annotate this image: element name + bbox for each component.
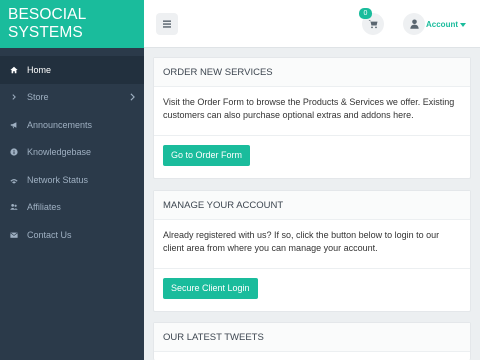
chevron-right-icon — [129, 92, 137, 101]
sidebar-item-announcements[interactable]: Announcements — [0, 111, 144, 139]
sidebar-item-home[interactable]: Home — [0, 56, 144, 84]
signal-icon — [9, 175, 18, 184]
cart-count-badge: 0 — [359, 8, 372, 19]
cart-icon — [368, 20, 378, 29]
order-services-panel: ORDER NEW SERVICES Visit the Order Form … — [153, 57, 471, 179]
panel-footer: Secure Client Login — [154, 268, 470, 308]
users-icon — [9, 203, 18, 212]
order-form-button[interactable]: Go to Order Form — [163, 145, 251, 166]
sidebar-item-label: Announcements — [27, 119, 93, 130]
panel-title: MANAGE YOUR ACCOUNT — [154, 191, 470, 220]
sidebar-item-store[interactable]: Store — [0, 84, 144, 112]
chevron-right-icon — [9, 93, 18, 102]
manage-account-panel: MANAGE YOUR ACCOUNT Already registered w… — [153, 190, 471, 312]
panel-text: Already registered with us? If so, click… — [163, 230, 440, 253]
sidebar-item-label: Store — [27, 92, 49, 103]
sidebar-item-contact-us[interactable]: Contact Us — [0, 221, 144, 249]
envelope-icon — [9, 230, 18, 239]
panel-title: ORDER NEW SERVICES — [154, 58, 470, 87]
caret-down-icon[interactable] — [460, 23, 466, 27]
brand-logo[interactable]: BESOCIAL SYSTEMS — [0, 0, 144, 48]
panel-text: Visit the Order Form to browse the Produ… — [163, 97, 455, 120]
user-avatar[interactable] — [403, 13, 425, 35]
sidebar-item-label: Affiliates — [27, 202, 61, 213]
sidebar-item-label: Home — [27, 64, 52, 75]
sidebar-item-knowledgebase[interactable]: Knowledgebase — [0, 139, 144, 167]
user-icon — [409, 19, 419, 29]
sidebar-item-label: Contact Us — [27, 229, 72, 240]
info-circle-icon — [9, 148, 18, 157]
panel-title: OUR LATEST TWEETS — [154, 323, 470, 352]
sidebar-nav: Home Store Announcements Knowledgebase N… — [0, 56, 144, 249]
account-menu-button[interactable]: Account — [426, 20, 458, 29]
sidebar: BESOCIAL SYSTEMS Home Store Announcement… — [0, 0, 144, 360]
sidebar-item-network-status[interactable]: Network Status — [0, 166, 144, 194]
sidebar-item-affiliates[interactable]: Affiliates — [0, 194, 144, 222]
bars-icon — [163, 20, 171, 28]
bullhorn-icon — [9, 120, 18, 129]
panel-footer: Go to Order Form — [154, 135, 470, 175]
top-bar: 0 Account — [144, 0, 480, 48]
latest-tweets-panel: OUR LATEST TWEETS — [153, 322, 471, 360]
sidebar-item-label: Knowledgebase — [27, 147, 92, 158]
home-icon — [9, 65, 18, 74]
menu-toggle-button[interactable] — [156, 13, 178, 35]
client-login-button[interactable]: Secure Client Login — [163, 278, 258, 299]
sidebar-item-label: Network Status — [27, 174, 89, 185]
